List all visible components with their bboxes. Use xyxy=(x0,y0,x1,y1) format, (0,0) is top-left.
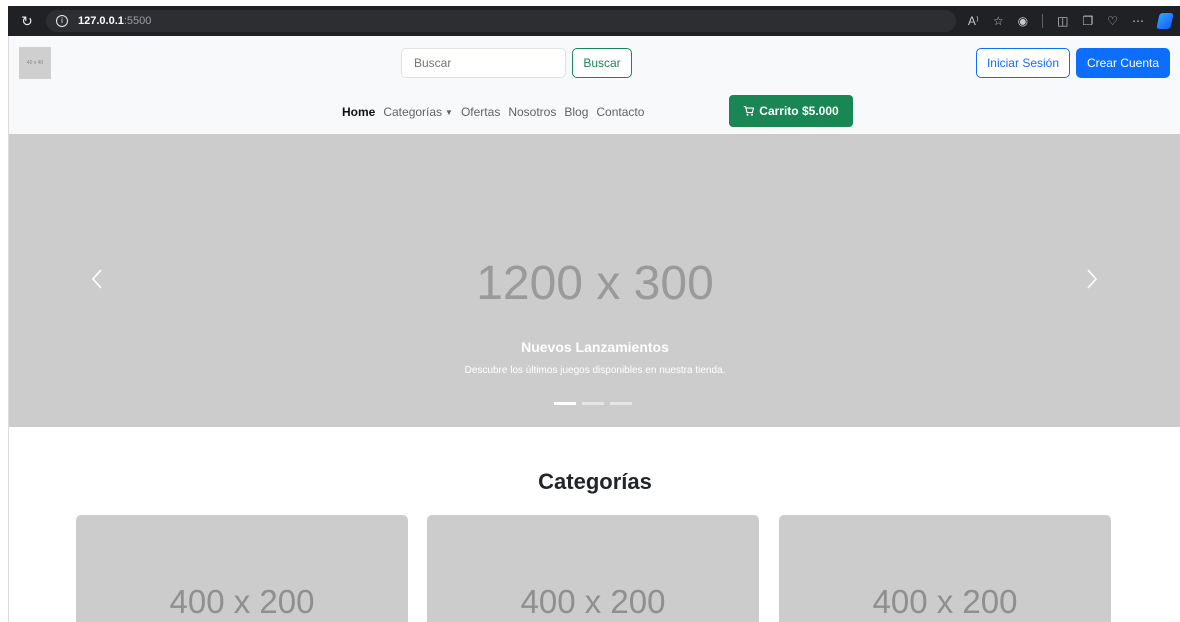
info-icon[interactable]: i xyxy=(56,15,68,27)
cart-button[interactable]: Carrito $5.000 xyxy=(729,95,853,127)
nav-item-categorias[interactable]: Categorías ▼ xyxy=(383,105,453,119)
category-card-placeholder: 400 x 200 xyxy=(872,583,1018,620)
cart-label: Carrito $5.000 xyxy=(759,104,839,118)
browser-actions: A⁾ ☆ ◉ ◫ ❐ ♡ ⋯ xyxy=(968,13,1174,29)
category-card[interactable]: 400 x 200 xyxy=(779,515,1111,622)
category-card[interactable]: 400 x 200 xyxy=(76,515,408,622)
carousel-indicator-2[interactable] xyxy=(582,402,604,405)
url-port: :5500 xyxy=(123,15,152,27)
collections-icon[interactable]: ❐ xyxy=(1082,14,1093,28)
hero-carousel: 1200 x 300 Nuevos Lanzamientos Descubre … xyxy=(9,134,1180,427)
carousel-caption-title: Nuevos Lanzamientos xyxy=(521,339,669,355)
search-input[interactable] xyxy=(401,48,566,78)
nav-item-nosotros[interactable]: Nosotros xyxy=(508,105,556,119)
login-button[interactable]: Iniciar Sesión xyxy=(976,48,1070,78)
address-bar[interactable]: i 127.0.0.1:5500 xyxy=(46,10,956,32)
browser-toolbar: ↻ i 127.0.0.1:5500 A⁾ ☆ ◉ ◫ ❐ ♡ ⋯ xyxy=(8,6,1180,36)
carousel-next-button[interactable] xyxy=(1077,264,1107,294)
copilot-icon[interactable] xyxy=(1156,13,1174,29)
carousel-image-placeholder: 1200 x 300 xyxy=(476,257,714,310)
site-logo[interactable]: 40 x 40 xyxy=(19,47,51,79)
favorite-star-icon[interactable]: ☆ xyxy=(993,14,1004,28)
nav-item-ofertas[interactable]: Ofertas xyxy=(461,105,500,119)
browser-essentials-icon[interactable]: ♡ xyxy=(1107,14,1118,28)
main-nav: Home Categorías ▼ Ofertas Nosotros Blog C… xyxy=(342,105,644,119)
extension-icon[interactable]: ◉ xyxy=(1018,14,1028,28)
chevron-right-icon xyxy=(1087,269,1098,289)
nav-item-label: Categorías xyxy=(383,105,443,119)
nav-item-contacto[interactable]: Contacto xyxy=(596,105,644,119)
chevron-left-icon xyxy=(91,269,102,289)
nav-item-blog[interactable]: Blog xyxy=(564,105,588,119)
page-viewport: 40 x 40 Buscar Iniciar Sesión Crear Cuen… xyxy=(8,36,1180,622)
cart-icon xyxy=(744,105,755,116)
more-menu-icon[interactable]: ⋯ xyxy=(1132,14,1144,28)
category-card-placeholder: 400 x 200 xyxy=(169,583,315,620)
url-host: 127.0.0.1 xyxy=(78,15,124,27)
site-header: 40 x 40 Buscar Iniciar Sesión Crear Cuen… xyxy=(9,36,1180,134)
reload-icon[interactable]: ↻ xyxy=(16,10,38,32)
carousel-prev-button[interactable] xyxy=(82,264,112,294)
search-button[interactable]: Buscar xyxy=(572,48,632,78)
caret-down-icon: ▼ xyxy=(445,108,453,117)
toolbar-separator xyxy=(1042,14,1044,28)
category-card-placeholder: 400 x 200 xyxy=(520,583,666,620)
split-screen-icon[interactable]: ◫ xyxy=(1057,14,1068,28)
carousel-indicators xyxy=(554,402,632,405)
categories-title: Categorías xyxy=(538,469,652,494)
nav-item-home[interactable]: Home xyxy=(342,105,375,119)
carousel-caption-text: Descubre los últimos juegos disponibles … xyxy=(464,365,726,376)
carousel-indicator-3[interactable] xyxy=(610,402,632,405)
category-card[interactable]: 400 x 200 xyxy=(427,515,759,622)
signup-button[interactable]: Crear Cuenta xyxy=(1076,48,1170,78)
carousel-indicator-1[interactable] xyxy=(554,402,576,405)
read-aloud-icon[interactable]: A⁾ xyxy=(968,14,979,28)
